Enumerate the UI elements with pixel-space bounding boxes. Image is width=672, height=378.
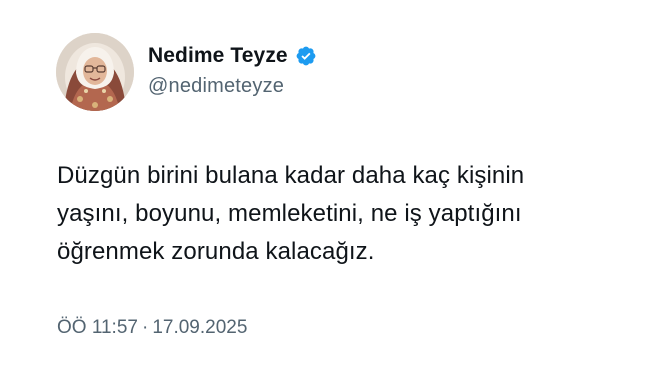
tweet-time[interactable]: ÖÖ 11:57	[57, 317, 138, 338]
tweet-text-line: Düzgün birini bulana kadar daha kaç kişi…	[57, 162, 525, 189]
timestamp-row[interactable]: ÖÖ 11:57 · 17.09.2025	[57, 317, 247, 339]
display-name[interactable]: Nedime Teyze	[148, 44, 288, 68]
user-handle[interactable]: @nedimeteyze	[148, 75, 284, 98]
timestamp-separator: ·	[141, 317, 149, 338]
tweet-text: Düzgün birini bulana kadar daha kaç kişi…	[57, 157, 657, 271]
avatar[interactable]	[56, 33, 134, 111]
tweet-text-line: yaşını, boyunu, memleketini, ne iş yaptı…	[57, 200, 522, 227]
tweet-card: Nedime Teyze @nedimeteyze Düzgün birini …	[0, 0, 672, 378]
tweet-text-line: öğrenmek zorunda kalacağız.	[57, 238, 375, 265]
verified-badge-icon	[295, 45, 317, 67]
tweet-date[interactable]: 17.09.2025	[152, 317, 247, 338]
avatar-image	[56, 33, 134, 111]
author-name-row: Nedime Teyze	[148, 41, 317, 71]
